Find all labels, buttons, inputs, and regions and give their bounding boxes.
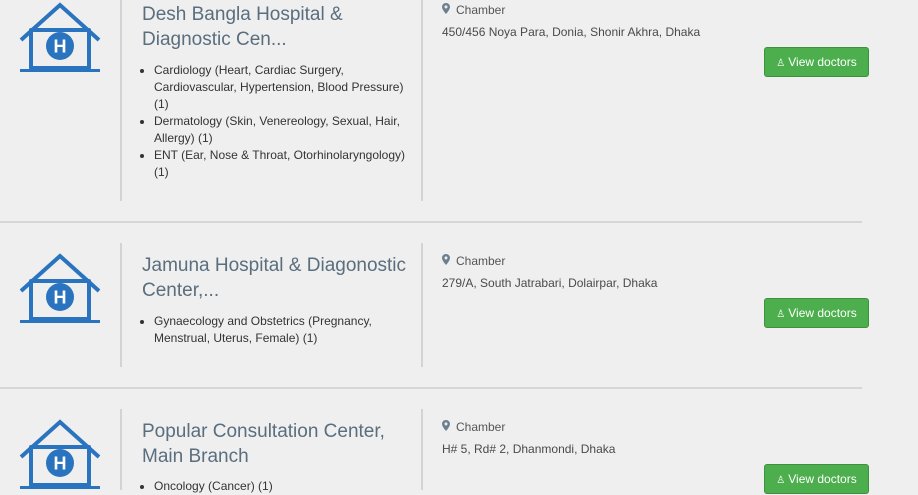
view-doctors-label: View doctors <box>788 472 857 486</box>
hospital-icon: H <box>19 419 101 489</box>
speciality-item: Cardiology (Heart, Cardiac Surgery, Card… <box>154 62 416 113</box>
chamber-label: Chamber <box>442 420 505 434</box>
hospital-icon: H <box>19 253 101 323</box>
view-doctors-button[interactable]: ♙ View doctors <box>764 298 869 328</box>
column-divider <box>120 409 122 490</box>
chamber-label-text: Chamber <box>456 420 506 434</box>
chamber-label: Chamber <box>442 254 505 268</box>
speciality-item: Dermatology (Skin, Venereology, Sexual, … <box>154 113 416 147</box>
hospital-name-link[interactable]: Jamuna Hospital & Diagonostic Center,... <box>142 253 412 303</box>
speciality-item: ENT (Ear, Nose & Throat, Otorhinolaryngo… <box>154 147 416 181</box>
user-md-icon: ♙ <box>776 475 786 486</box>
svg-text:H: H <box>54 454 67 474</box>
svg-text:H: H <box>54 288 67 308</box>
speciality-list: Gynaecology and Obstetrics (Pregnancy, M… <box>138 313 416 347</box>
column-divider <box>421 0 423 201</box>
card-separator <box>0 221 862 223</box>
view-doctors-label: View doctors <box>788 55 857 69</box>
speciality-item: Oncology (Cancer) (1) <box>154 478 416 495</box>
column-divider <box>120 243 122 367</box>
column-divider <box>421 243 423 367</box>
chamber-label: Chamber <box>442 3 505 17</box>
speciality-list: Oncology (Cancer) (1) <box>138 478 416 495</box>
chamber-address: H# 5, Rd# 2, Dhanmondi, Dhaka <box>442 442 616 456</box>
chamber-label-text: Chamber <box>456 3 506 17</box>
chamber-label-text: Chamber <box>456 254 506 268</box>
speciality-item: Gynaecology and Obstetrics (Pregnancy, M… <box>154 313 416 347</box>
column-divider <box>421 409 423 490</box>
map-pin-icon <box>442 254 452 268</box>
column-divider <box>120 0 122 201</box>
view-doctors-button[interactable]: ♙ View doctors <box>764 47 869 77</box>
map-pin-icon <box>442 3 452 17</box>
svg-text:H: H <box>54 37 67 57</box>
user-md-icon: ♙ <box>776 309 786 320</box>
hospital-icon: H <box>19 2 101 72</box>
view-doctors-label: View doctors <box>788 306 857 320</box>
user-md-icon: ♙ <box>776 58 786 69</box>
chamber-address: 279/A, South Jatrabari, Dolairpar, Dhaka <box>442 276 658 290</box>
chamber-address: 450/456 Noya Para, Donia, Shonir Akhra, … <box>442 25 701 39</box>
hospital-name-link[interactable]: Desh Bangla Hospital & Diagnostic Cen... <box>142 2 412 52</box>
card-separator <box>0 387 862 389</box>
speciality-list: Cardiology (Heart, Cardiac Surgery, Card… <box>138 62 416 181</box>
map-pin-icon <box>442 420 452 434</box>
hospital-name-link[interactable]: Popular Consultation Center, Main Branch <box>142 419 412 469</box>
